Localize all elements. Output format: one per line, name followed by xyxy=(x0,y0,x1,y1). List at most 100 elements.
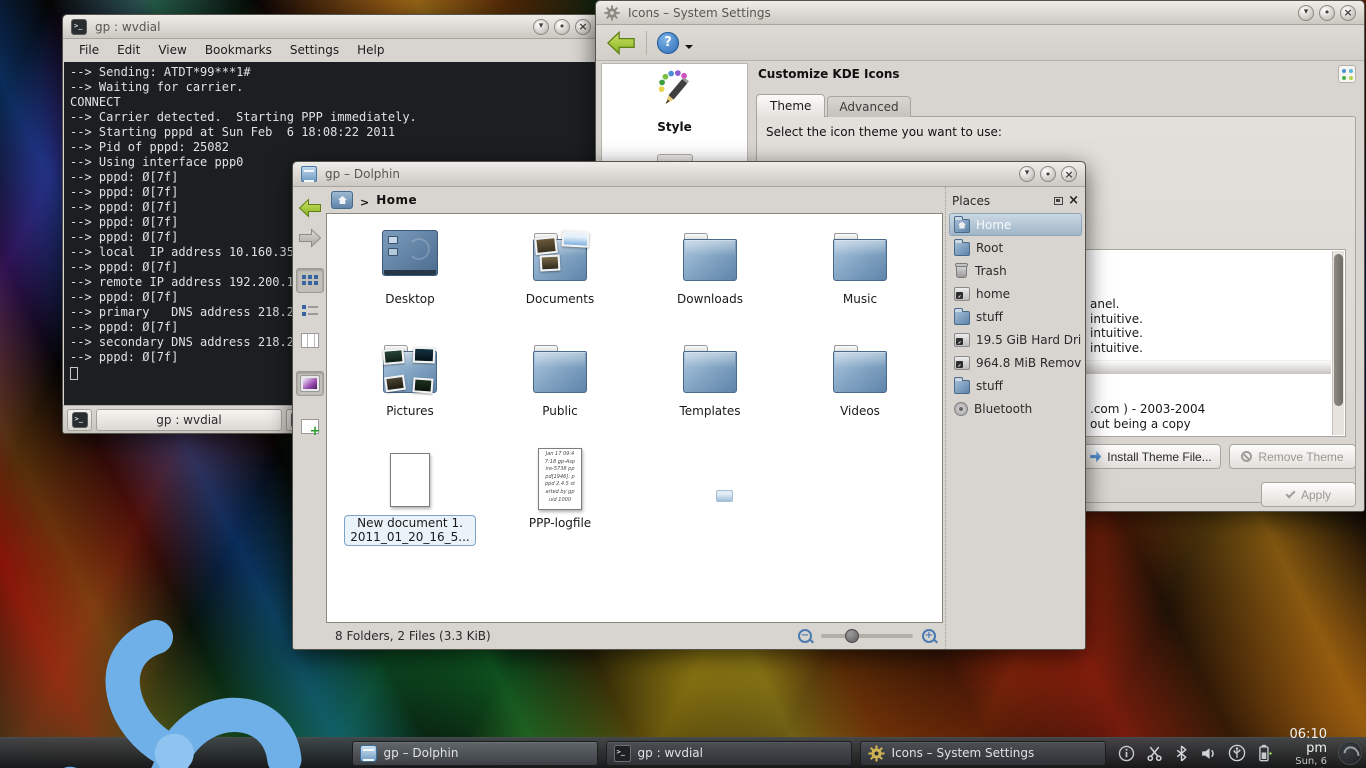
help-button[interactable] xyxy=(657,32,679,54)
taskbar-task[interactable]: gp : wvdial xyxy=(606,741,852,766)
dolphin-titlebar[interactable]: gp – Dolphin xyxy=(293,162,1085,187)
place-item-label: stuff xyxy=(976,310,1003,324)
tab-advanced[interactable]: Advanced xyxy=(827,96,910,117)
place-item[interactable]: Trash xyxy=(949,259,1082,282)
place-item[interactable]: stuff xyxy=(949,374,1082,397)
scrollbar-thumb[interactable] xyxy=(1334,254,1343,406)
folder-icon xyxy=(828,336,892,400)
toolbar-separator xyxy=(646,31,647,55)
info-tray-icon[interactable] xyxy=(1118,745,1135,762)
minimize-button[interactable] xyxy=(1019,166,1035,182)
file-item[interactable]: Pictures xyxy=(335,336,485,448)
file-item-label: Downloads xyxy=(671,291,749,309)
places-title: Places xyxy=(952,194,1049,208)
tab-theme[interactable]: Theme xyxy=(756,94,825,117)
menu-settings[interactable]: Settings xyxy=(282,42,347,58)
digital-clock[interactable]: 06:10 pm Sun, 6 Feb xyxy=(1290,728,1327,768)
file-item[interactable]: Templates xyxy=(635,336,785,448)
place-item[interactable]: 19.5 GiB Hard Drive xyxy=(949,328,1082,351)
maximize-button[interactable] xyxy=(1040,166,1056,182)
thumbnail-ghost-icon xyxy=(716,490,733,502)
minimize-button[interactable] xyxy=(1298,5,1314,21)
system-settings-titlebar[interactable]: Icons – System Settings xyxy=(596,1,1364,25)
terminal-tab[interactable]: gp : wvdial xyxy=(96,409,282,431)
sidebar-item-style[interactable]: Style xyxy=(602,70,747,134)
place-item[interactable]: Bluetooth xyxy=(949,397,1082,420)
dolphin-side-toolbar xyxy=(293,187,326,649)
bluetooth-icon[interactable] xyxy=(1174,745,1189,762)
theme-about-partial: .com ) - 2003-2004 out being a copy xyxy=(1090,402,1205,432)
breadcrumb-location[interactable]: Home xyxy=(376,193,417,207)
back-button[interactable] xyxy=(606,30,636,56)
task-label: Icons – System Settings xyxy=(892,746,1035,760)
launcher-icon[interactable] xyxy=(3,582,346,768)
menu-file[interactable]: File xyxy=(71,42,107,58)
file-item[interactable]: Public xyxy=(485,336,635,448)
gear-icon xyxy=(868,745,885,762)
place-item[interactable]: stuff xyxy=(949,305,1082,328)
terminal-tab-label: gp : wvdial xyxy=(156,413,221,427)
file-item[interactable]: Music xyxy=(785,224,935,336)
klipper-scissors-icon[interactable] xyxy=(1146,745,1163,762)
split-view-button[interactable] xyxy=(296,414,324,439)
minimize-button[interactable] xyxy=(533,19,549,35)
scrollbar[interactable] xyxy=(1332,251,1344,435)
file-item[interactable]: Desktop xyxy=(335,224,485,336)
dolphin-window-controls xyxy=(1019,166,1077,182)
install-theme-button[interactable]: Install Theme File... xyxy=(1081,444,1221,469)
install-theme-label: Install Theme File... xyxy=(1107,450,1211,464)
maximize-button[interactable] xyxy=(1319,5,1335,21)
close-button[interactable] xyxy=(1340,5,1356,21)
dolphin-body: Home DesktopDocuments Downloads Music Pictu… xyxy=(293,187,1085,649)
battery-icon[interactable] xyxy=(1257,744,1273,762)
taskbar-task[interactable]: gp – Dolphin xyxy=(352,741,598,766)
back-button[interactable] xyxy=(296,195,324,220)
desktop-icon xyxy=(378,224,442,288)
panel-toolbox-icon[interactable] xyxy=(1338,741,1362,765)
breadcrumb-arrow-icon xyxy=(360,191,369,210)
maximize-button[interactable] xyxy=(554,19,570,35)
menu-edit[interactable]: Edit xyxy=(109,42,148,58)
sidebar-item-style-label: Style xyxy=(602,120,747,134)
remove-theme-button[interactable]: Remove Theme xyxy=(1229,444,1356,469)
menu-bookmarks[interactable]: Bookmarks xyxy=(197,42,280,58)
place-item[interactable]: home xyxy=(949,282,1082,305)
menu-help[interactable]: Help xyxy=(349,42,392,58)
place-item[interactable]: Root xyxy=(949,236,1082,259)
file-item[interactable]: Videos xyxy=(785,336,935,448)
forward-button[interactable] xyxy=(296,225,324,250)
file-item[interactable]: New document 1. 2011_01_20_16_5... xyxy=(335,448,485,560)
taskbar-task[interactable]: Icons – System Settings xyxy=(860,741,1106,766)
dolphin-file-view[interactable]: DesktopDocuments Downloads Music Pictures Pu… xyxy=(326,213,943,623)
apply-button[interactable]: Apply xyxy=(1261,482,1356,507)
zoom-in-button[interactable] xyxy=(922,629,936,643)
file-item[interactable]: Jan 17 09:4 7:18 gp-Asp ire-5738 pp pd[1… xyxy=(485,448,635,560)
close-button[interactable] xyxy=(575,19,591,35)
terminal-app-icon xyxy=(71,19,87,35)
new-tab-button[interactable] xyxy=(67,409,92,431)
file-item-label: Public xyxy=(536,403,584,421)
remove-theme-label: Remove Theme xyxy=(1258,450,1343,464)
usb-device-notifier-icon[interactable] xyxy=(1228,744,1246,762)
columns-view-button[interactable] xyxy=(296,328,324,353)
home-icon[interactable] xyxy=(331,191,353,209)
drive-icon xyxy=(954,333,970,347)
details-view-button[interactable] xyxy=(296,298,324,323)
file-icon xyxy=(378,448,442,512)
place-item[interactable]: 964.8 MiB Remov... xyxy=(949,351,1082,374)
zoom-slider-thumb[interactable] xyxy=(845,629,859,643)
place-item[interactable]: Home xyxy=(949,213,1082,236)
preview-button[interactable] xyxy=(296,371,324,396)
file-item[interactable]: Documents xyxy=(485,224,635,336)
zoom-out-button[interactable] xyxy=(798,629,812,643)
zoom-slider[interactable] xyxy=(821,634,913,638)
detach-panel-icon[interactable] xyxy=(1054,197,1063,205)
file-item[interactable]: Downloads xyxy=(635,224,785,336)
places-panel: Places HomeRootTrashhome stuff 19.5 GiB Ha… xyxy=(945,187,1085,649)
terminal-titlebar[interactable]: gp : wvdial xyxy=(63,15,599,39)
icons-view-button[interactable] xyxy=(296,268,324,293)
menu-view[interactable]: View xyxy=(150,42,194,58)
volume-icon[interactable] xyxy=(1200,745,1217,762)
close-button[interactable] xyxy=(1061,166,1077,182)
close-panel-icon[interactable] xyxy=(1068,194,1079,207)
